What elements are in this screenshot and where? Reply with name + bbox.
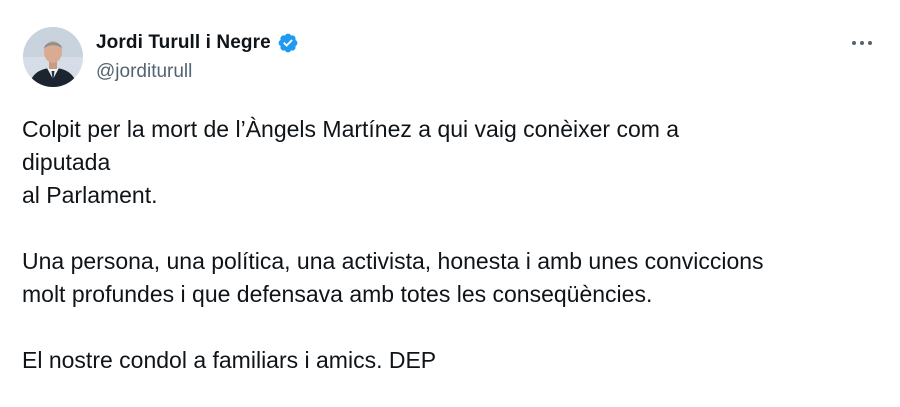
tweet-text-line: Una persona, una política, una activista… xyxy=(22,248,764,274)
author-display-name[interactable]: Jordi Turull i Negre xyxy=(96,32,271,54)
tweet-card: Jordi Turull i Negre @jorditurull Colpit… xyxy=(0,0,900,407)
dot-icon xyxy=(868,41,872,45)
verified-badge-icon xyxy=(277,32,299,54)
tweet-text: Colpit per la mort de l’Àngels Martínez … xyxy=(22,113,892,377)
dot-icon xyxy=(852,41,856,45)
tweet-text-line: Colpit per la mort de l’Àngels Martínez … xyxy=(22,116,680,142)
author-name-row: Jordi Turull i Negre xyxy=(96,31,299,55)
tweet-text-line: El nostre condol a familiars i amics. DE… xyxy=(22,347,437,373)
author-handle[interactable]: @jorditurull xyxy=(96,61,299,83)
dot-icon xyxy=(860,41,864,45)
avatar[interactable] xyxy=(23,27,83,87)
more-options-icon[interactable] xyxy=(844,28,880,58)
author-info: Jordi Turull i Negre @jorditurull xyxy=(96,31,299,83)
tweet-text-line: diputada xyxy=(22,149,111,175)
tweet-text-line: al Parlament. xyxy=(22,182,158,208)
tweet-text-line: molt profundes i que defensava amb totes… xyxy=(22,281,653,307)
